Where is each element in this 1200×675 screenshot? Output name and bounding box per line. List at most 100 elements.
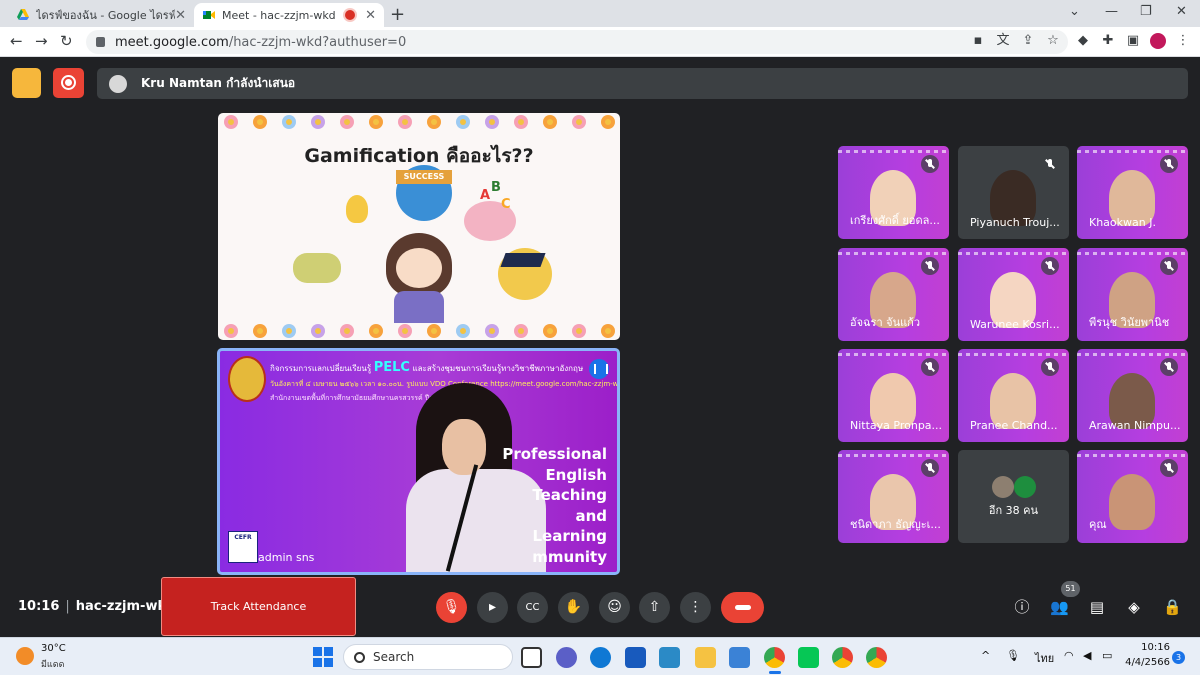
clock-date[interactable]: 4/4/2566: [1122, 657, 1170, 668]
meeting-details-icon[interactable]: ⓘ: [1013, 598, 1031, 616]
success-sign: SUCCESS: [396, 170, 452, 184]
forward-icon[interactable]: →: [35, 32, 48, 50]
emoji-reactions-icon[interactable]: ☺: [599, 592, 630, 623]
flower-decoration: [543, 324, 557, 338]
share-icon[interactable]: ⇪: [1020, 33, 1036, 49]
search-icon: [354, 651, 365, 663]
participant-tile[interactable]: Khaokwan J.: [1077, 146, 1188, 239]
participant-tile[interactable]: พีรนุช วินัยพานิช: [1077, 248, 1188, 341]
school-emblem-logo: [228, 356, 266, 402]
speaking-indicator-icon: [589, 359, 609, 379]
captions-icon[interactable]: CC: [517, 592, 548, 623]
l-app-icon[interactable]: [659, 647, 680, 668]
clock-time[interactable]: 10:16: [1130, 642, 1170, 653]
chat-icon[interactable]: ▤: [1088, 598, 1106, 616]
raise-hand-icon[interactable]: ✋: [558, 592, 589, 623]
participant-name: Khaokwan J.: [1089, 216, 1156, 229]
line-app-icon[interactable]: [798, 647, 819, 668]
close-window-icon[interactable]: ✕: [1176, 4, 1187, 19]
side-panel-icon[interactable]: ▣: [1125, 33, 1141, 49]
camera-in-use-icon[interactable]: ▪: [970, 33, 986, 49]
tab-search-icon[interactable]: ⌄: [1069, 4, 1080, 19]
flower-decoration: [282, 115, 296, 129]
participant-tile[interactable]: Nittaya Pronpa...: [838, 349, 949, 442]
flower-decoration: [485, 324, 499, 338]
banner-stripe: [838, 150, 949, 153]
participant-tile[interactable]: เกรียงศักดิ์ ยอดล...: [838, 146, 949, 239]
chrome-icon[interactable]: [764, 647, 785, 674]
participant-tile[interactable]: Piyanuch Trouj...: [958, 146, 1069, 239]
volume-icon[interactable]: ◀: [1083, 649, 1091, 662]
battery-icon[interactable]: ▭: [1102, 649, 1112, 662]
weather-sun-icon[interactable]: [16, 647, 34, 665]
participant-tile[interactable]: Pranee Chand...: [958, 349, 1069, 442]
minimize-icon[interactable]: —: [1105, 4, 1118, 19]
captions-off-button[interactable]: [12, 68, 41, 98]
close-tab-icon[interactable]: ✕: [365, 8, 376, 23]
tab-google-drive[interactable]: ไดรฟ์ของฉัน - Google ไดรฟ์ ✕: [8, 3, 194, 27]
chrome-menu-icon[interactable]: ⋮: [1175, 33, 1191, 49]
teams-chat-icon[interactable]: [556, 647, 577, 668]
participant-tile[interactable]: Warunee Kosri...: [958, 248, 1069, 341]
participant-tile[interactable]: ชนิดาภา ธัญญะเ...: [838, 450, 949, 543]
more-options-icon[interactable]: ⋮: [680, 592, 711, 623]
extension-icon[interactable]: ◆: [1075, 33, 1091, 49]
track-attendance-button[interactable]: Track Attendance: [161, 577, 356, 636]
new-tab-button[interactable]: +: [390, 4, 405, 25]
end-call-button[interactable]: [721, 592, 764, 623]
word-icon[interactable]: [625, 647, 646, 668]
show-hidden-icons-icon[interactable]: ^: [981, 649, 990, 662]
mic-off-icon[interactable]: 🎙: [436, 592, 467, 623]
bookmark-star-icon[interactable]: ☆: [1045, 33, 1061, 49]
flower-decoration: [398, 324, 412, 338]
people-icon[interactable]: 👥: [1050, 598, 1069, 616]
back-icon[interactable]: ←: [10, 32, 23, 50]
mic-muted-icon: [1160, 155, 1178, 173]
weather-description[interactable]: มีแดด: [41, 657, 64, 671]
translate-icon[interactable]: 文: [995, 33, 1011, 49]
banner-stripe: [838, 454, 949, 457]
windows-start-icon[interactable]: [313, 647, 333, 667]
taskbar-search[interactable]: Search: [343, 644, 513, 670]
task-view-icon[interactable]: [521, 647, 542, 668]
weather-temperature[interactable]: 30°C: [41, 643, 66, 654]
edge-browser-icon[interactable]: [590, 647, 611, 668]
banner-brand: PELC: [373, 360, 410, 375]
flower-decoration: [311, 115, 325, 129]
participant-tile[interactable]: คุณ: [1077, 450, 1188, 543]
camera-icon[interactable]: ▸: [477, 592, 508, 623]
activities-icon[interactable]: ◈: [1125, 598, 1143, 616]
presentation-slide[interactable]: Gamification คืออะไร?? SUCCESS A B C: [218, 113, 620, 340]
profile-avatar[interactable]: [1150, 33, 1166, 49]
restore-icon[interactable]: ❐: [1140, 4, 1152, 19]
host-controls-icon[interactable]: 🔒: [1163, 598, 1182, 616]
participant-tile[interactable]: Arawan Nimpu...: [1077, 349, 1188, 442]
wifi-icon[interactable]: ◠: [1064, 649, 1074, 662]
letter-a: A: [480, 188, 491, 203]
input-language[interactable]: ไทย: [1035, 649, 1054, 667]
recording-button[interactable]: [53, 68, 84, 98]
flower-decoration: [485, 115, 499, 129]
address-bar[interactable]: meet.google.com/hac-zzjm-wkd?authuser=0: [86, 30, 1068, 54]
participant-tile[interactable]: อัจฉรา จันแก้ว: [838, 248, 949, 341]
cefr-logo: CEFR: [228, 531, 258, 563]
file-explorer-icon[interactable]: [695, 647, 716, 668]
pe-line: and: [575, 506, 607, 525]
pe-line: Learning: [532, 527, 608, 545]
participant-tile[interactable]: อีก 38 คน: [958, 450, 1069, 543]
present-screen-icon[interactable]: ⇧: [639, 592, 670, 623]
chrome-profile-2-icon[interactable]: [866, 647, 887, 668]
reload-icon[interactable]: ↻: [60, 32, 73, 50]
pe-line: Professional: [502, 445, 607, 463]
close-tab-icon[interactable]: ✕: [175, 8, 186, 23]
chrome-profile-icon[interactable]: [832, 647, 853, 668]
presenting-text: Kru Namtan กำลังนำเสนอ: [141, 76, 296, 90]
tab-google-meet[interactable]: Meet - hac-zzjm-wkd ✕: [194, 3, 384, 27]
microphone-tray-icon[interactable]: 🎙: [1006, 649, 1020, 662]
speaker-tile[interactable]: กิจกรรมการแลกเปลี่ยนเรียนรู้ PELC และสร้…: [217, 348, 620, 575]
mail-icon[interactable]: [729, 647, 750, 668]
notification-badge[interactable]: 3: [1172, 651, 1185, 664]
banner-stripe: [1077, 252, 1188, 255]
flower-decoration: [369, 115, 383, 129]
extensions-puzzle-icon[interactable]: ✚: [1100, 33, 1116, 49]
